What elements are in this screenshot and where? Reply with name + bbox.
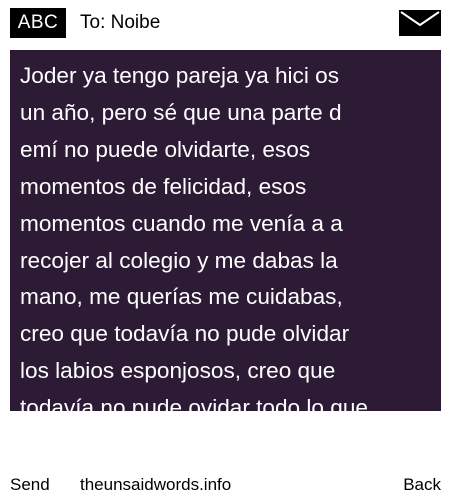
message-body[interactable]: Joder ya tengo pareja ya hici os un año,… [10,50,441,411]
compose-header: ABC To: Noibe [0,0,450,44]
softkey-bar: Send theunsaidwords.info Back [0,470,450,500]
recipient-field[interactable]: To: Noibe [80,8,160,38]
back-button[interactable]: Back [403,470,441,500]
site-label: theunsaidwords.info [80,475,232,494]
envelope-icon [399,10,441,36]
send-button[interactable]: Send [10,470,50,500]
message-text: Joder ya tengo pareja ya hici os un año,… [20,63,368,411]
input-mode-badge[interactable]: ABC [10,8,66,38]
